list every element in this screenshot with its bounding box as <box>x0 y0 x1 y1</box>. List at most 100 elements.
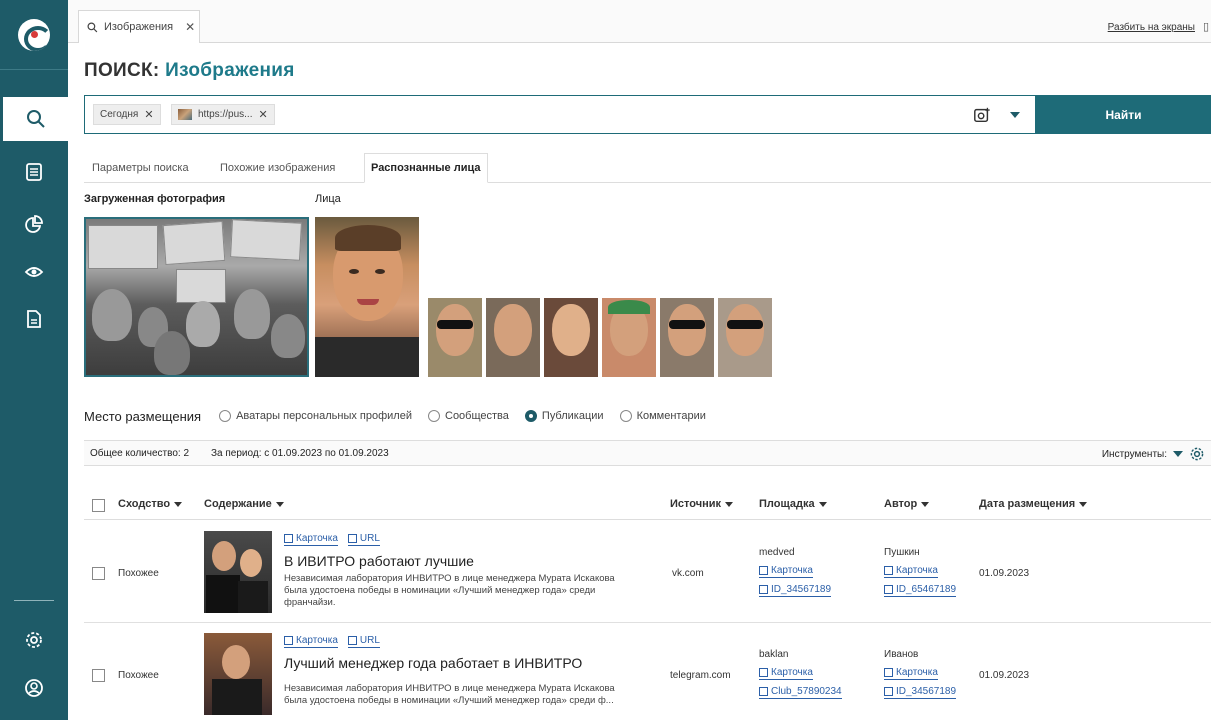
link-label: Club_57890234 <box>771 686 842 697</box>
tab-search-params[interactable]: Параметры поиска <box>89 153 192 183</box>
image-upload-icon[interactable] <box>973 106 991 124</box>
radio-profile-avatars[interactable]: Аватары персональных профилей <box>219 410 412 422</box>
sidebar-item-reports[interactable] <box>0 297 68 341</box>
sidebar-item-analytics[interactable] <box>0 203 68 247</box>
sidebar-item-monitoring[interactable] <box>0 250 68 294</box>
face-hair <box>335 225 401 251</box>
link-label: Карточка <box>896 565 938 576</box>
sidebar-item-list[interactable] <box>0 150 68 194</box>
uploaded-photo[interactable] <box>84 217 309 377</box>
radio-publications[interactable]: Публикации <box>524 410 604 422</box>
radio-comments[interactable]: Комментарии <box>619 410 706 422</box>
sidebar-item-settings[interactable] <box>0 618 68 662</box>
url-link[interactable]: URL <box>347 635 380 648</box>
author-card-link[interactable]: Карточка <box>884 565 938 578</box>
chart-pie-icon <box>25 215 43 233</box>
search-chip-date[interactable]: Сегодня ✕ <box>93 104 161 125</box>
close-icon[interactable]: ✕ <box>144 108 153 121</box>
col-similarity[interactable]: Сходство <box>118 498 183 510</box>
face-thumbnail[interactable] <box>660 298 714 377</box>
platform-id-link[interactable]: ID_34567189 <box>759 584 832 597</box>
sidebar-item-profile[interactable] <box>0 666 68 710</box>
radio-communities[interactable]: Сообщества <box>428 410 509 422</box>
person-body <box>212 679 262 715</box>
col-label: Сходство <box>118 498 171 510</box>
url-link[interactable]: URL <box>347 533 380 546</box>
col-content[interactable]: Содержание <box>204 498 284 510</box>
post-title[interactable]: В ИВИТРО работают лучшие <box>284 553 474 569</box>
link-label: URL <box>359 533 380 544</box>
face-head <box>552 304 590 356</box>
col-label: Площадка <box>759 498 815 510</box>
face-head <box>494 304 532 356</box>
col-date[interactable]: Дата размещения <box>979 498 1088 510</box>
author-id-link[interactable]: ID_34567189 <box>884 686 957 699</box>
source-value: telegram.com <box>670 670 731 681</box>
card-link[interactable]: Карточка <box>284 533 338 546</box>
app-logo[interactable] <box>0 0 68 70</box>
post-thumbnail[interactable] <box>204 531 272 613</box>
post-title[interactable]: Лучший менеджер года работает в ИНВИТРО <box>284 655 582 671</box>
col-source[interactable]: Источник <box>670 498 734 510</box>
sidebar <box>0 0 68 720</box>
face-thumbnail[interactable] <box>602 298 656 377</box>
search-chip-url[interactable]: https://pus... ✕ <box>171 104 275 125</box>
link-label: URL <box>359 635 380 646</box>
table-row[interactable]: Похожее Карточка URL В ИВИТРО работают л… <box>84 521 1211 623</box>
link-label: Карточка <box>296 635 338 646</box>
table-row[interactable]: Похожее Карточка URL Лучший менеджер год… <box>84 623 1211 720</box>
chip-label: Сегодня <box>100 109 139 120</box>
tab-similar-images[interactable]: Похожие изображения <box>217 153 338 183</box>
face-thumbnail[interactable] <box>718 298 772 377</box>
desc-line: Независимая лаборатория ИНВИТРО в лице м… <box>284 683 615 694</box>
sunglasses <box>727 320 763 329</box>
tab-label: Изображения <box>104 21 174 33</box>
chevron-down-icon <box>275 501 284 507</box>
face-thumbnail[interactable] <box>486 298 540 377</box>
face-thumbnail[interactable] <box>428 298 482 377</box>
user-icon <box>25 679 43 697</box>
search-icon <box>26 110 45 128</box>
author-card-link[interactable]: Карточка <box>884 667 938 680</box>
person-face <box>92 289 132 341</box>
split-screen-icon[interactable]: ▯ <box>1203 20 1209 33</box>
close-icon[interactable]: ✕ <box>258 108 267 121</box>
face-main[interactable] <box>315 217 419 377</box>
tab-images[interactable]: Изображения ✕ <box>78 10 200 43</box>
author-id-link[interactable]: ID_65467189 <box>884 584 957 597</box>
tools-menu[interactable]: Инструменты: <box>1102 441 1205 467</box>
find-button[interactable]: Найти <box>1036 95 1211 134</box>
row-checkbox[interactable] <box>92 567 105 580</box>
chevron-down-icon <box>818 501 827 507</box>
gear-icon[interactable] <box>1189 446 1205 462</box>
post-description: Независимая лаборатория ИНВИТРО в лице м… <box>284 683 654 707</box>
platform-card-link[interactable]: Карточка <box>759 667 813 680</box>
person-face <box>222 645 250 679</box>
subtabs: Параметры поиска Похожие изображения Рас… <box>84 153 1211 183</box>
tools-label: Инструменты: <box>1101 448 1167 460</box>
radio-icon <box>219 410 232 422</box>
protest-sign <box>88 225 158 269</box>
tab-recognized-faces[interactable]: Распознанные лица <box>364 153 488 183</box>
close-icon[interactable]: ✕ <box>185 20 195 34</box>
card-link[interactable]: Карточка <box>284 635 338 648</box>
date-value: 01.09.2023 <box>979 568 1030 579</box>
row-checkbox[interactable] <box>92 669 105 682</box>
document-icon <box>27 310 41 328</box>
radio-label: Комментарии <box>636 410 706 422</box>
post-thumbnail[interactable] <box>204 633 272 715</box>
split-screens-link[interactable]: Разбить на экраны <box>1108 22 1195 33</box>
tab-bar: Изображения ✕ Разбить на экраны ▯ <box>68 0 1211 43</box>
chevron-down-icon[interactable] <box>1010 112 1020 118</box>
search-input[interactable]: Сегодня ✕ https://pus... ✕ <box>84 95 1036 134</box>
gear-icon <box>26 632 42 648</box>
external-link-icon <box>759 687 768 696</box>
select-all-checkbox[interactable] <box>92 499 105 512</box>
sidebar-item-search[interactable] <box>0 97 68 141</box>
face-thumbnail[interactable] <box>544 298 598 377</box>
protest-sign <box>162 220 226 266</box>
platform-id-link[interactable]: Club_57890234 <box>759 686 842 699</box>
platform-card-link[interactable]: Карточка <box>759 565 813 578</box>
col-platform[interactable]: Площадка <box>759 498 827 510</box>
col-author[interactable]: Автор <box>884 498 930 510</box>
